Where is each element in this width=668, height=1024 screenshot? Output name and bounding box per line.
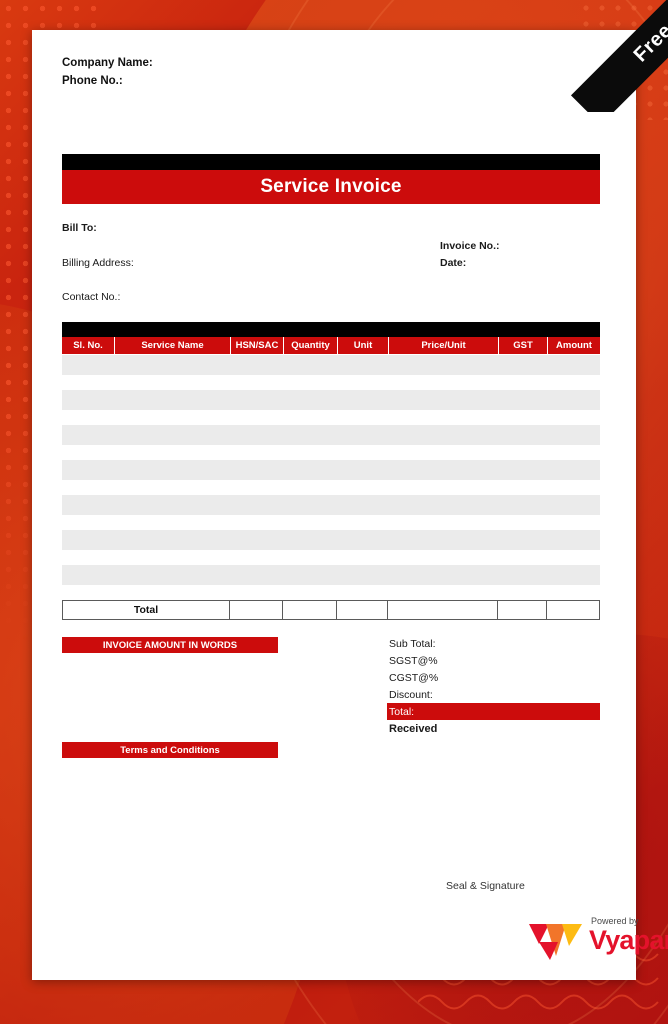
summary-row-total: Total:: [387, 703, 600, 720]
terms-and-conditions-label: Terms and Conditions: [62, 742, 278, 758]
table-col-sl-no: Sl. No.: [62, 337, 115, 354]
billing-address-label: Billing Address:: [62, 257, 134, 269]
table-col-hsn-sac: HSN/SAC: [231, 337, 284, 354]
total-row-label: Total: [63, 601, 230, 619]
summary-row-label: Discount:: [389, 688, 433, 701]
table-header-row: Sl. No. Service Name HSN/SAC Quantity Un…: [62, 337, 600, 354]
title-red-bar: Service Invoice: [62, 170, 600, 204]
summary-row-sub-total: Sub Total:: [387, 635, 600, 652]
free-badge-label: Free: [629, 19, 668, 67]
invoice-page: Company Name: Phone No.: Service Invoice…: [32, 30, 668, 980]
table-row[interactable]: [62, 460, 600, 480]
summary-row-received: Received: [387, 720, 600, 737]
table-col-gst: GST: [499, 337, 548, 354]
invoice-amount-in-words-label: INVOICE AMOUNT IN WORDS: [62, 637, 278, 653]
table-black-bar: [62, 322, 600, 337]
vyapar-wordmark: Vyapar: [589, 925, 668, 955]
table-total-row: Total: [62, 600, 600, 620]
summary-row-label: Sub Total:: [389, 637, 436, 650]
totals-summary: Sub Total: SGST@% CGST@% Discount: Total: Rec…: [387, 635, 600, 737]
table-col-unit: Unit: [338, 337, 389, 354]
contact-no-label: Contact No.:: [62, 291, 121, 303]
free-badge-band: Free: [570, 0, 668, 112]
table-col-price-unit: Price/Unit: [389, 337, 499, 354]
invoice-amount-in-words-text: INVOICE AMOUNT IN WORDS: [102, 639, 238, 651]
page-title: Service Invoice: [260, 176, 402, 197]
summary-row-label: CGST@%: [389, 671, 439, 684]
total-cell-unit: [337, 601, 388, 619]
table-col-quantity: Quantity: [284, 337, 338, 354]
vyapar-logo-mark: [529, 922, 585, 967]
company-name-label: Company Name:: [62, 57, 153, 69]
free-badge-ribbon: Free: [556, 0, 668, 112]
summary-row-label: Total:: [389, 705, 415, 718]
total-cell-amount: [547, 601, 599, 619]
summary-row-discount: Discount:: [387, 686, 600, 703]
summary-row-label: Received: [389, 722, 438, 735]
invoice-date-label: Date:: [440, 257, 467, 269]
table-col-service-name: Service Name: [115, 337, 231, 354]
table-row[interactable]: [62, 530, 600, 550]
table-row[interactable]: [62, 355, 600, 375]
summary-row-sgst: SGST@%: [387, 652, 600, 669]
total-cell-hsn-sac: [230, 601, 283, 619]
total-cell-price-unit: [388, 601, 498, 619]
summary-row-label: SGST@%: [389, 654, 438, 667]
table-row[interactable]: [62, 390, 600, 410]
items-table: Sl. No. Service Name HSN/SAC Quantity Un…: [62, 322, 600, 620]
total-cell-quantity: [283, 601, 337, 619]
seal-and-signature-label: Seal & Signature: [446, 880, 525, 892]
vyapar-logo: Powered by Vyapar: [529, 916, 668, 967]
summary-row-cgst: CGST@%: [387, 669, 600, 686]
invoice-no-label: Invoice No.:: [440, 240, 500, 252]
total-cell-gst: [498, 601, 547, 619]
table-row[interactable]: [62, 495, 600, 515]
phone-no-label: Phone No.:: [62, 75, 123, 87]
title-black-bar: [62, 154, 600, 170]
bill-to-label: Bill To:: [62, 222, 97, 234]
table-row[interactable]: [62, 565, 600, 585]
invoice-title-banner: Service Invoice: [62, 154, 600, 204]
bill-to-section: Bill To: Billing Address: Contact No.: I…: [62, 222, 600, 314]
table-body: [62, 355, 600, 585]
company-header-block: Company Name: Phone No.:: [62, 54, 153, 90]
table-row[interactable]: [62, 425, 600, 445]
terms-and-conditions-text: Terms and Conditions: [120, 744, 220, 756]
table-col-amount: Amount: [556, 340, 592, 351]
